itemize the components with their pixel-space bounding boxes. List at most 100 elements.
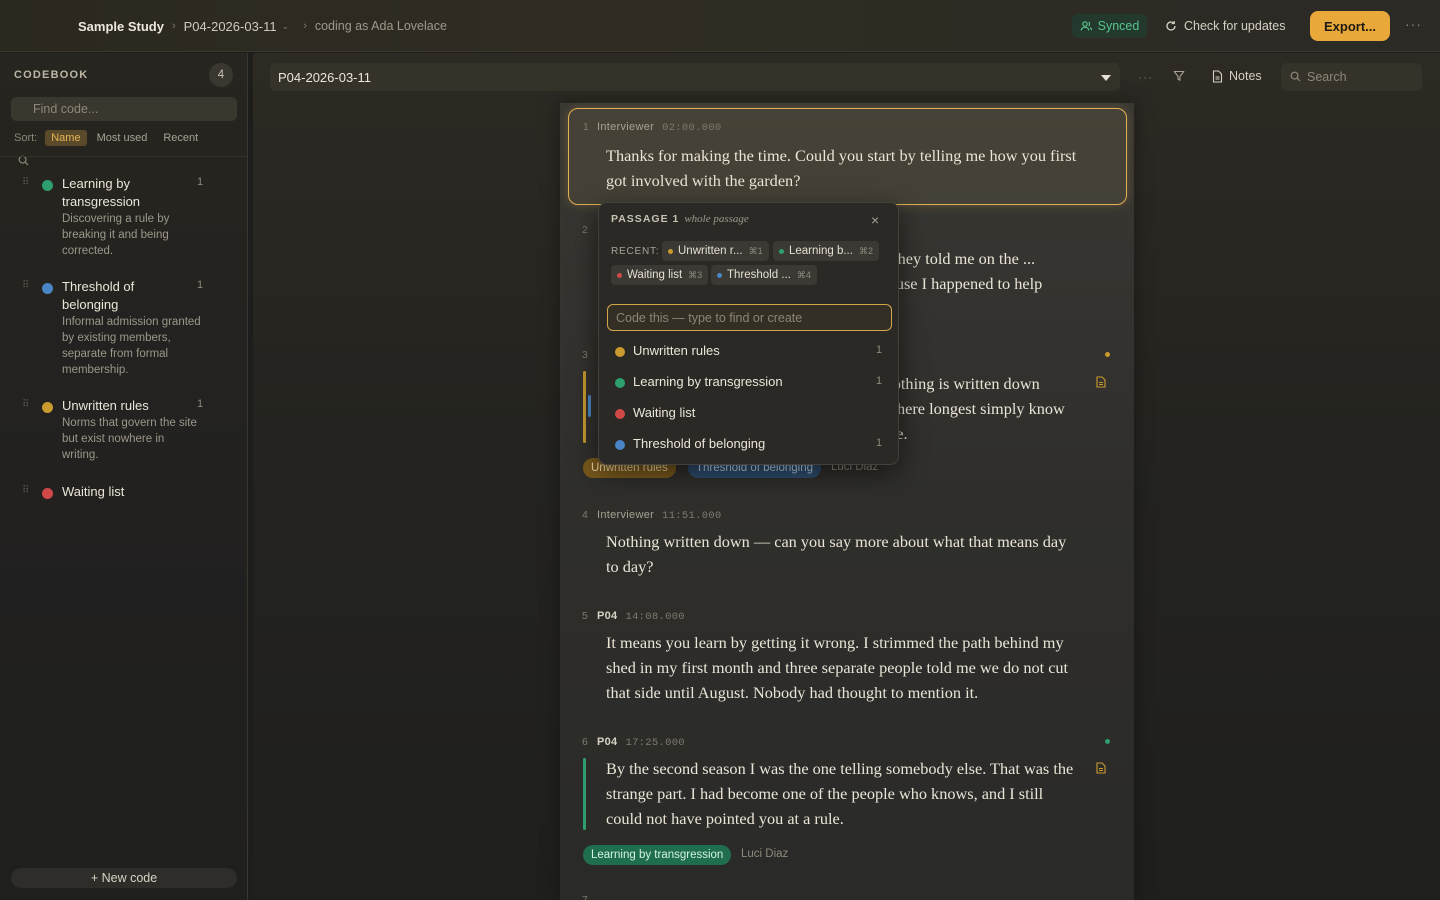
code-usage-count: 1 (197, 176, 204, 188)
option-count: 1 (876, 375, 883, 387)
code-usage-count: 1 (197, 398, 204, 410)
filter-icon[interactable] (1173, 70, 1185, 82)
option-unwritten-rules[interactable]: Unwritten rules 1 (599, 337, 898, 365)
sort-name-option[interactable]: Name (45, 130, 87, 146)
code-item-threshold-of-belonging[interactable]: ⠿ Threshold of belonging 1 Informal admi… (0, 278, 247, 388)
synced-label: Synced (1097, 19, 1140, 33)
document-icon (1212, 69, 1223, 83)
chevron-down-icon[interactable]: ⌄ (282, 21, 290, 32)
check-updates-label: Check for updates (1184, 19, 1286, 33)
memo-icon[interactable] (1096, 376, 1106, 388)
coder-name: Luci Diaz (741, 848, 789, 860)
passage-text: By the second season I was the one telli… (606, 759, 1074, 828)
codebook-title: CODEBOOK (14, 69, 89, 81)
recent-chip-unwritten-rules[interactable]: Unwritten r... ⌘1 (662, 241, 769, 261)
code-color-dot (717, 272, 722, 278)
document-select-value: P04-2026-03-11 (278, 69, 371, 85)
code-bar-unwritten-rules (583, 371, 586, 443)
shortcut-key: ⌘3 (688, 269, 703, 280)
new-code-button[interactable]: + New code (11, 868, 237, 888)
code-item-unwritten-rules[interactable]: ⠿ Unwritten rules 1 Norms that govern th… (0, 397, 247, 467)
code-tag-learning-by-transgression[interactable]: Learning by transgression (583, 845, 732, 865)
code-color-dot (615, 378, 625, 388)
passage-number: 7 (582, 894, 588, 900)
passage-5[interactable]: 5 P04 14:08.000 It means you learn by get… (560, 604, 1134, 714)
code-name: Waiting list (62, 484, 125, 499)
code-description: Discovering a rule by breaking it and be… (62, 213, 170, 257)
code-color-dot (779, 248, 784, 254)
passage-number: 3 (582, 349, 588, 361)
close-icon[interactable]: × (871, 212, 879, 228)
users-icon (1080, 21, 1092, 31)
chevron-right-icon: › (171, 20, 176, 32)
code-color-dot (42, 180, 53, 191)
sort-recent-option[interactable]: Recent (157, 130, 204, 146)
option-name: Unwritten rules (633, 343, 720, 358)
code-name: Learning by transgression (62, 176, 141, 209)
search-input[interactable] (1281, 63, 1422, 91)
code-color-dot (42, 488, 53, 499)
timestamp: 14:08.000 (625, 611, 685, 623)
speaker-label: Interviewer 11:51.000 (597, 509, 722, 522)
code-color-dot (615, 409, 625, 419)
breadcrumb-file[interactable]: P04-2026-03-11 (184, 19, 277, 34)
recent-chip-threshold[interactable]: Threshold ... ⌘4 (711, 265, 817, 285)
sort-most-used-option[interactable]: Most used (91, 130, 154, 146)
drag-handle-icon[interactable]: ⠿ (22, 281, 30, 291)
breadcrumb-study[interactable]: Sample Study (78, 19, 164, 34)
passage-4[interactable]: 4 Interviewer 11:51.000 Nothing written d… (560, 503, 1134, 593)
passage-6[interactable]: 6 P04 17:25.000 By the second season I wa… (560, 730, 1134, 880)
passage-text: here longest simply know (897, 399, 1065, 418)
drag-handle-icon[interactable]: ⠿ (22, 178, 30, 188)
drag-handle-icon[interactable]: ⠿ (22, 400, 30, 410)
passage-text: ars, they told me on the ... because I h… (866, 249, 1043, 293)
timestamp: 17:25.000 (625, 737, 685, 749)
passage-number: 6 (582, 736, 588, 748)
option-learning-by-transgression[interactable]: Learning by transgression 1 (599, 368, 898, 396)
passage-number: 4 (582, 509, 588, 521)
notes-label: Notes (1229, 69, 1262, 83)
shortcut-key: ⌘1 (748, 245, 763, 256)
more-icon[interactable]: ··· (1405, 16, 1422, 32)
timestamp: 02:00.000 (662, 122, 722, 134)
recent-chip-waiting-list[interactable]: Waiting list ⌘3 (611, 265, 709, 285)
synced-badge: Synced (1072, 14, 1147, 38)
code-description: Norms that govern the site but exist now… (62, 417, 197, 461)
export-button[interactable]: Export... (1310, 11, 1390, 41)
memo-icon[interactable] (1096, 762, 1106, 774)
breadcrumb: Sample Study › P04-2026-03-11 ⌄ › coding… (78, 0, 447, 52)
code-description: Informal admission granted by existing m… (62, 316, 201, 376)
option-name: Threshold of belonging (633, 436, 766, 451)
passage-1-selected[interactable]: 1 Interviewer 02:00.000 Thanks for making… (568, 108, 1127, 205)
passage-7[interactable]: 7 (560, 891, 1134, 900)
speaker-label: Interviewer 02:00.000 (597, 121, 722, 134)
speaker-label: P04 14:08.000 (597, 610, 685, 623)
option-threshold-of-belonging[interactable]: Threshold of belonging 1 (599, 430, 898, 458)
passage-text: Thanks for making the time. Could you st… (606, 146, 1077, 190)
code-color-dot (668, 248, 673, 254)
code-color-dot (42, 283, 53, 294)
more-icon[interactable]: ··· (1138, 70, 1153, 84)
code-item-waiting-list[interactable]: ⠿ Waiting list (0, 483, 247, 505)
option-waiting-list[interactable]: Waiting list (599, 399, 898, 427)
passage-text: It means you learn by getting it wrong. … (606, 633, 1069, 702)
code-search-input[interactable] (607, 304, 892, 331)
code-count-badge: 4 (209, 63, 233, 87)
passage-number: 5 (582, 610, 588, 622)
find-code-input[interactable] (11, 97, 237, 121)
code-item-learning-by-transgression[interactable]: ⠿ Learning by transgression 1 Discoverin… (0, 175, 247, 265)
code-indicator-dot (1105, 352, 1110, 357)
shortcut-key: ⌘2 (858, 245, 873, 256)
passage-text: Nothing is written down (881, 374, 1040, 393)
drag-handle-icon[interactable]: ⠿ (22, 486, 30, 496)
code-color-dot (42, 402, 53, 413)
check-updates-button[interactable]: Check for updates (1165, 14, 1285, 38)
caret-down-icon (1101, 75, 1111, 81)
notes-button[interactable]: Notes (1212, 69, 1262, 83)
recent-chip-learning[interactable]: Learning b... ⌘2 (773, 241, 879, 261)
option-name: Waiting list (633, 405, 696, 420)
code-color-dot (617, 272, 622, 278)
document-select[interactable]: P04-2026-03-11 (270, 63, 1120, 91)
passage-text: Nothing written down — can you say more … (606, 532, 1067, 576)
passage-number: 1 (583, 121, 589, 133)
